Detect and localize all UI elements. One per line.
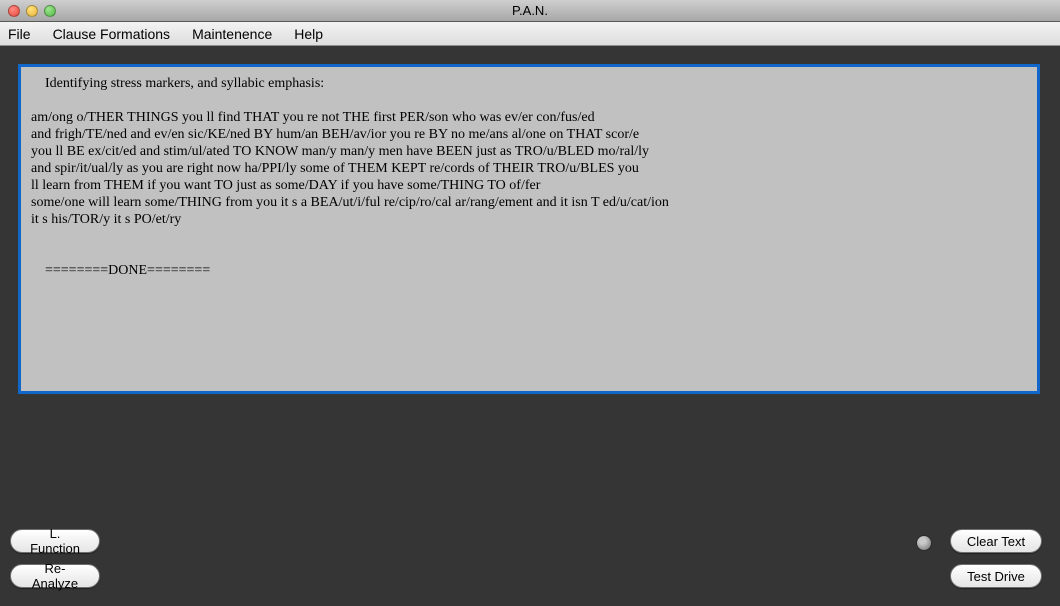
main-area: Identifying stress markers, and syllabic… (0, 46, 1060, 606)
text-line: am/ong o/THER THINGS you ll find THAT yo… (31, 109, 1027, 126)
menu-file[interactable]: File (8, 26, 31, 42)
text-line: and frigh/TE/ned and ev/en sic/KE/ned BY… (31, 126, 1027, 143)
test-drive-button[interactable]: Test Drive (950, 564, 1042, 588)
re-analyze-button[interactable]: Re-Analyze (10, 564, 100, 588)
clear-text-button[interactable]: Clear Text (950, 529, 1042, 553)
text-line: it s his/TOR/y it s PO/et/ry (31, 211, 1027, 228)
text-line: and spir/it/ual/ly as you are right now … (31, 160, 1027, 177)
text-line: ll learn from THEM if you want TO just a… (31, 177, 1027, 194)
title-bar: P.A.N. (0, 0, 1060, 22)
output-textbox[interactable]: Identifying stress markers, and syllabic… (18, 64, 1040, 394)
text-header: Identifying stress markers, and syllabic… (31, 75, 1027, 92)
text-done: ========DONE======== (31, 262, 1027, 279)
text-line: you ll BE ex/cit/ed and stim/ul/ated TO … (31, 143, 1027, 160)
window-title: P.A.N. (0, 3, 1060, 18)
text-line: some/one will learn some/THING from you … (31, 194, 1027, 211)
menu-maintenence[interactable]: Maintenence (192, 26, 272, 42)
l-function-button[interactable]: L. Function (10, 529, 100, 553)
radio-indicator-icon[interactable] (916, 535, 932, 551)
menu-bar: File Clause Formations Maintenence Help (0, 22, 1060, 46)
menu-help[interactable]: Help (294, 26, 323, 42)
menu-clause-formations[interactable]: Clause Formations (53, 26, 171, 42)
